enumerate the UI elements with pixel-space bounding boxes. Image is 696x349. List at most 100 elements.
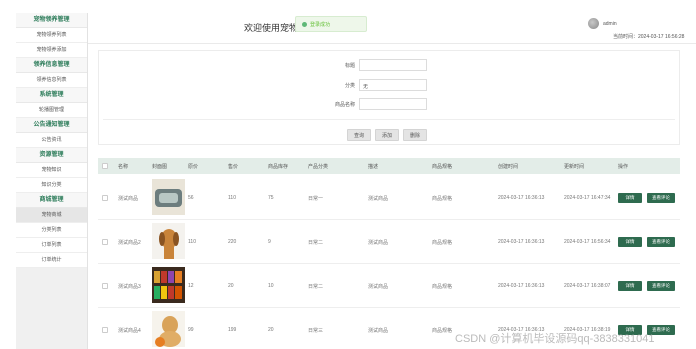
sidebar-item-knowledge-category[interactable]: 知识分类	[16, 178, 87, 193]
cell-price: 220	[228, 239, 237, 245]
sidebar-item-category-list[interactable]: 分类列表	[16, 223, 87, 238]
cell-spec: 商品规格	[432, 240, 453, 246]
category-select[interactable]: 无	[359, 79, 427, 91]
cell-description: 测试商品	[368, 240, 389, 246]
title-input[interactable]	[359, 59, 427, 71]
watermark: CSDN @计算机毕设源码qq-3838331041	[455, 333, 655, 345]
dog-image	[152, 223, 185, 259]
sidebar-item-adoption-info-list[interactable]: 领养信息列表	[16, 73, 87, 88]
cell-description: 测试商品	[368, 284, 389, 290]
cell-updated: 2024-03-17 16:38:07	[564, 283, 611, 289]
column-header-updated: 更新时间	[564, 164, 585, 170]
delete-button[interactable]: 删除	[403, 129, 427, 141]
column-header-description: 描述	[368, 164, 379, 170]
view-comments-button[interactable]: 查看评论	[647, 281, 675, 291]
cell-category: 日常二	[308, 240, 324, 246]
pet-bed-image	[152, 179, 185, 215]
table-row: 测试商品 56 110 75 日常一 测试商品 商品规格 2024-03-17 …	[98, 176, 680, 220]
search-panel: 标题 分类 无 商品名称 查询 添加 删除	[98, 50, 680, 145]
row-checkbox[interactable]	[102, 327, 108, 333]
success-notice: 登录成功	[295, 16, 367, 32]
cell-stock: 10	[268, 283, 274, 289]
check-circle-icon	[302, 22, 307, 27]
column-header-original-price: 原价	[188, 164, 199, 170]
sidebar-section-title[interactable]: 宠物领养管理	[16, 13, 87, 28]
sidebar-section-title[interactable]: 资源管理	[16, 148, 87, 163]
cell-category: 日常二	[308, 284, 324, 290]
detail-button[interactable]: 详情	[618, 281, 642, 291]
cell-price: 20	[228, 283, 234, 289]
row-checkbox[interactable]	[102, 195, 108, 201]
title-label: 标题	[344, 63, 355, 69]
sidebar-section-title[interactable]: 商城管理	[16, 193, 87, 208]
sidebar: 宠物领养管理 宠物领养列表 宠物领养添加 领养信息管理 领养信息列表 系统管理 …	[16, 13, 88, 349]
sidebar-item-pet-knowledge[interactable]: 宠物知识	[16, 163, 87, 178]
product-name-input[interactable]	[359, 98, 427, 110]
select-all-checkbox[interactable]	[102, 163, 108, 169]
cell-name: 测试商品2	[118, 240, 141, 246]
sidebar-item-pet-adoption-add[interactable]: 宠物领养添加	[16, 43, 87, 58]
sidebar-item-order-stats[interactable]: 订单统计	[16, 253, 87, 268]
avatar[interactable]	[588, 18, 599, 29]
cell-category: 日常三	[308, 328, 324, 334]
cell-stock: 20	[268, 327, 274, 333]
cell-name: 测试商品4	[118, 328, 141, 334]
sidebar-section-title[interactable]: 领养信息管理	[16, 58, 87, 73]
cell-created: 2024-03-17 16:36:13	[498, 283, 545, 289]
notice-text: 登录成功	[310, 22, 331, 28]
sidebar-section-title[interactable]: 公告通知管理	[16, 118, 87, 133]
cell-description: 测试商品	[368, 196, 389, 202]
column-header-name: 名称	[118, 164, 129, 170]
header-divider	[88, 43, 696, 44]
row-checkbox[interactable]	[102, 283, 108, 289]
detail-button[interactable]: 详情	[618, 193, 642, 203]
column-header-actions: 操作	[618, 164, 629, 170]
column-header-stock: 商品库存	[268, 164, 289, 170]
golden-dog-image	[152, 311, 185, 347]
detail-button[interactable]: 详情	[618, 237, 642, 247]
cell-updated: 2024-03-17 16:56:34	[564, 239, 611, 245]
cell-original-price: 12	[188, 283, 194, 289]
column-header-category: 产品分类	[308, 164, 329, 170]
cell-created: 2024-03-17 16:36:13	[498, 195, 545, 201]
cell-stock: 9	[268, 239, 271, 245]
column-header-spec: 商品规格	[432, 164, 453, 170]
sidebar-item-carousel[interactable]: 轮播图管理	[16, 103, 87, 118]
sidebar-item-pet-adoption-list[interactable]: 宠物领养列表	[16, 28, 87, 43]
query-button[interactable]: 查询	[347, 129, 371, 141]
column-header-price: 售价	[228, 164, 239, 170]
cell-stock: 75	[268, 195, 274, 201]
cell-price: 110	[228, 195, 236, 201]
add-button[interactable]: 添加	[375, 129, 399, 141]
table-row: 测试商品2 110 220 9 日常二 测试商品 商品规格 2024-03-17…	[98, 220, 680, 264]
cell-created: 2024-03-17 16:36:13	[498, 239, 545, 245]
cell-updated: 2024-03-17 16:47:34	[564, 195, 611, 201]
cell-description: 测试商品	[368, 328, 389, 334]
welcome-title: 欢迎使用宠物-	[244, 23, 301, 33]
view-comments-button[interactable]: 查看评论	[647, 237, 675, 247]
cell-spec: 商品规格	[432, 328, 453, 334]
table-row: 测试商品3 12 20 10 日常二 测试商品 商品规格 2024-03-17 …	[98, 264, 680, 308]
sidebar-item-news[interactable]: 公告资讯	[16, 133, 87, 148]
top-header: 欢迎使用宠物- 登录成功 admin 当前时间：2024-03-17 16:56…	[88, 13, 696, 43]
category-label: 分类	[344, 83, 355, 89]
sidebar-section-title[interactable]: 系统管理	[16, 88, 87, 103]
cell-spec: 商品规格	[432, 284, 453, 290]
username[interactable]: admin	[603, 21, 617, 27]
product-name-label: 商品名称	[334, 102, 355, 108]
cell-original-price: 56	[188, 195, 194, 201]
cell-name: 测试商品3	[118, 284, 141, 290]
sidebar-item-order-list[interactable]: 订单列表	[16, 238, 87, 253]
sidebar-item-pet-mall[interactable]: 宠物商城	[16, 208, 87, 223]
cell-name: 测试商品	[118, 196, 139, 202]
cell-original-price: 99	[188, 327, 194, 333]
pet-food-image	[152, 267, 185, 303]
cell-spec: 商品规格	[432, 196, 453, 202]
column-header-cover: 封面图	[152, 164, 168, 170]
view-comments-button[interactable]: 查看评论	[647, 193, 675, 203]
row-checkbox[interactable]	[102, 239, 108, 245]
cell-original-price: 110	[188, 239, 196, 245]
column-header-created: 创建时间	[498, 164, 519, 170]
table-header: 名称 封面图 原价 售价 商品库存 产品分类 描述 商品规格 创建时间 更新时间…	[98, 158, 680, 174]
cell-price: 199	[228, 327, 237, 333]
